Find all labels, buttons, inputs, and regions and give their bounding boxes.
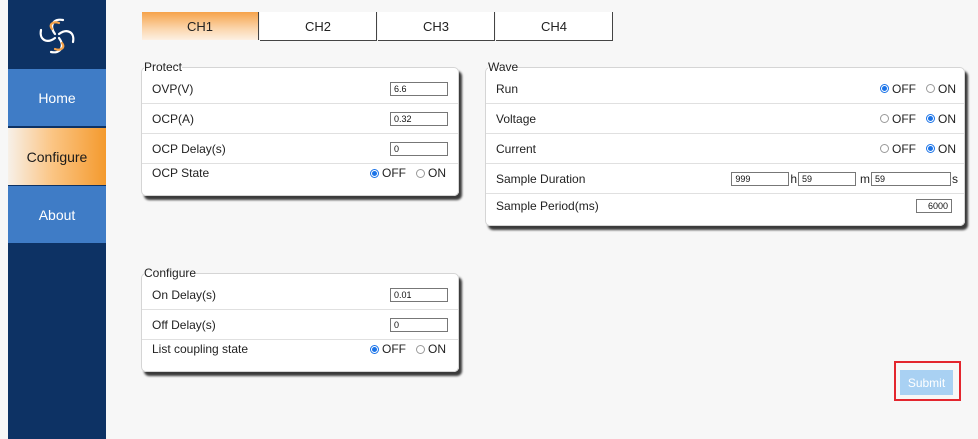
voltage-row: Voltage OFF ON xyxy=(486,104,964,134)
run-row: Run OFF ON xyxy=(486,74,964,104)
on-delay-row: On Delay(s) xyxy=(142,280,458,310)
list-coupling-off-radio[interactable]: OFF xyxy=(370,342,406,356)
submit-button[interactable]: Submit xyxy=(900,370,953,395)
protect-legend: Protect xyxy=(144,60,183,74)
tab-ch2[interactable]: CH2 xyxy=(260,12,377,41)
ocp-input[interactable] xyxy=(390,111,448,126)
ocp-delay-label: OCP Delay(s) xyxy=(152,141,226,156)
tab-ch1[interactable]: CH1 xyxy=(142,12,259,40)
off-delay-input[interactable] xyxy=(390,317,448,332)
ocp-row: OCP(A) xyxy=(142,104,458,134)
ocp-label: OCP(A) xyxy=(152,111,194,126)
radio-selected-icon xyxy=(370,344,379,354)
voltage-on-radio[interactable]: ON xyxy=(926,112,956,126)
on-delay-label: On Delay(s) xyxy=(152,287,217,302)
logo-fan-icon xyxy=(8,10,106,62)
radio-unselected-icon xyxy=(926,84,935,93)
ovp-row: OVP(V) xyxy=(142,74,458,104)
current-off-radio[interactable]: OFF xyxy=(880,142,916,156)
ocp-state-on-radio[interactable]: ON xyxy=(416,166,446,180)
radio-unselected-icon xyxy=(416,168,425,178)
radio-selected-icon xyxy=(370,168,379,178)
off-delay-label: Off Delay(s) xyxy=(152,317,216,332)
hours-unit: h xyxy=(790,171,797,186)
run-label: Run xyxy=(496,81,519,96)
duration-minutes-input[interactable] xyxy=(798,171,856,186)
minutes-unit: m xyxy=(860,171,870,186)
configure-legend: Configure xyxy=(144,266,197,280)
wave-legend: Wave xyxy=(488,60,519,74)
sample-period-row: Sample Period(ms) xyxy=(486,194,964,225)
ocp-state-off-radio[interactable]: OFF xyxy=(370,166,406,180)
sample-duration-label: Sample Duration xyxy=(496,171,586,186)
radio-unselected-icon xyxy=(416,344,425,354)
ovp-input[interactable] xyxy=(390,81,448,96)
sample-period-input[interactable] xyxy=(916,199,952,213)
radio-selected-icon xyxy=(926,144,935,153)
sidebar-item-label: Home xyxy=(38,89,76,106)
voltage-off-radio[interactable]: OFF xyxy=(880,112,916,126)
radio-unselected-icon xyxy=(880,144,889,153)
radio-selected-icon xyxy=(926,114,935,123)
ocp-state-row: OCP State OFF ON xyxy=(142,164,458,195)
current-on-radio[interactable]: ON xyxy=(926,142,956,156)
on-delay-input[interactable] xyxy=(390,287,448,302)
current-label: Current xyxy=(496,141,537,156)
tab-ch3[interactable]: CH3 xyxy=(378,12,495,41)
ocp-state-label: OCP State xyxy=(152,166,210,180)
sample-duration-row: Sample Duration h m s xyxy=(486,164,964,194)
voltage-label: Voltage xyxy=(496,111,537,126)
sidebar: Home Configure About xyxy=(8,0,106,439)
ovp-label: OVP(V) xyxy=(152,81,194,96)
list-coupling-label: List coupling state xyxy=(152,342,249,356)
current-row: Current OFF ON xyxy=(486,134,964,164)
channel-tabs: CH1 CH2 CH3 CH4 xyxy=(142,12,614,41)
ocp-delay-row: OCP Delay(s) xyxy=(142,134,458,164)
tab-ch4[interactable]: CH4 xyxy=(496,12,613,41)
radio-selected-icon xyxy=(880,84,889,93)
sidebar-item-about[interactable]: About xyxy=(8,186,106,243)
ocp-delay-input[interactable] xyxy=(390,141,448,156)
sidebar-item-label: About xyxy=(38,206,76,223)
off-delay-row: Off Delay(s) xyxy=(142,310,458,340)
duration-hours-input[interactable] xyxy=(731,171,790,186)
list-coupling-row: List coupling state OFF ON xyxy=(142,340,458,371)
sidebar-item-configure[interactable]: Configure xyxy=(8,128,106,185)
run-on-radio[interactable]: ON xyxy=(926,82,956,96)
radio-unselected-icon xyxy=(880,114,889,123)
list-coupling-on-radio[interactable]: ON xyxy=(416,342,446,356)
sidebar-item-label: Configure xyxy=(26,148,88,165)
configure-panel: Configure On Delay(s) Off Delay(s) List … xyxy=(141,266,459,372)
sidebar-item-home[interactable]: Home xyxy=(8,69,106,126)
protect-panel: Protect OVP(V) OCP(A) OCP Delay(s) OCP S… xyxy=(141,60,459,196)
wave-panel: Wave Run OFF ON Voltage OFF ON Current O… xyxy=(485,60,965,226)
seconds-unit: s xyxy=(952,171,958,186)
sample-period-label: Sample Period(ms) xyxy=(496,199,599,213)
run-off-radio[interactable]: OFF xyxy=(880,82,916,96)
duration-seconds-input[interactable] xyxy=(871,171,951,186)
